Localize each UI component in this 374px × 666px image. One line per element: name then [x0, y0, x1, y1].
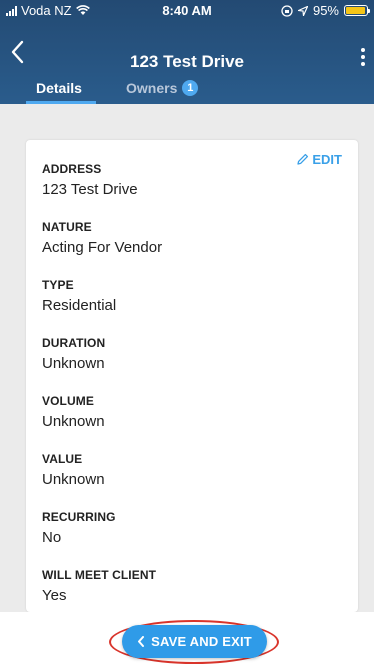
owners-count-badge: 1: [182, 80, 199, 96]
field-volume: VOLUME Unknown: [42, 392, 342, 450]
location-icon: [297, 5, 308, 16]
field-label: VALUE: [42, 452, 83, 466]
field-value: 123 Test Drive: [42, 181, 138, 198]
field-label: RECURRING: [42, 510, 116, 524]
tab-owners-label: Owners: [126, 80, 178, 96]
field-value: No: [42, 529, 62, 546]
save-and-exit-button[interactable]: SAVE AND EXIT: [122, 625, 267, 658]
app-header: Voda NZ 8:40 AM 95% 123 Test Drive Detai…: [0, 0, 374, 104]
field-address: ADDRESS 123 Test Drive: [42, 160, 342, 218]
field-duration: DURATION Unknown: [42, 334, 342, 392]
battery-icon: [344, 5, 370, 16]
field-type: TYPE Residential: [42, 276, 342, 334]
kebab-menu-icon[interactable]: [358, 48, 368, 72]
field-nature: NATURE Acting For Vendor: [42, 218, 342, 276]
field-value: Unknown: [42, 355, 105, 372]
tab-bar: Details Owners 1: [0, 74, 374, 104]
field-value-amount: VALUE Unknown: [42, 450, 342, 508]
rotation-lock-icon: [281, 4, 293, 17]
save-and-exit-label: SAVE AND EXIT: [151, 634, 252, 649]
field-value: Unknown: [42, 471, 105, 488]
field-label: NATURE: [42, 220, 92, 234]
field-label: WILL MEET CLIENT: [42, 568, 157, 582]
field-recurring: RECURRING No: [42, 508, 342, 566]
field-label: ADDRESS: [42, 162, 102, 176]
status-bar: Voda NZ 8:40 AM 95%: [0, 0, 374, 22]
battery-percent: 95%: [312, 3, 339, 18]
field-list: ADDRESS 123 Test Drive NATURE Acting For…: [42, 160, 342, 612]
field-label: VOLUME: [42, 394, 94, 408]
chevron-left-icon: [138, 636, 145, 647]
battery-level: [346, 7, 365, 14]
details-card: EDIT ADDRESS 123 Test Drive NATURE Actin…: [26, 140, 358, 612]
field-value: Acting For Vendor: [42, 239, 163, 256]
page-title: 123 Test Drive: [129, 52, 245, 71]
field-label: TYPE: [42, 278, 74, 292]
tab-details[interactable]: Details: [36, 80, 82, 96]
tab-details-label: Details: [36, 80, 82, 96]
field-value: Unknown: [42, 413, 105, 430]
field-value: Yes: [42, 587, 67, 604]
tab-owners[interactable]: Owners 1: [126, 80, 199, 96]
field-label: DURATION: [42, 336, 106, 350]
active-tab-indicator: [26, 101, 96, 104]
status-right: 95%: [281, 3, 370, 18]
field-value: Residential: [42, 297, 117, 314]
field-will-meet-client: WILL MEET CLIENT Yes: [42, 566, 342, 612]
